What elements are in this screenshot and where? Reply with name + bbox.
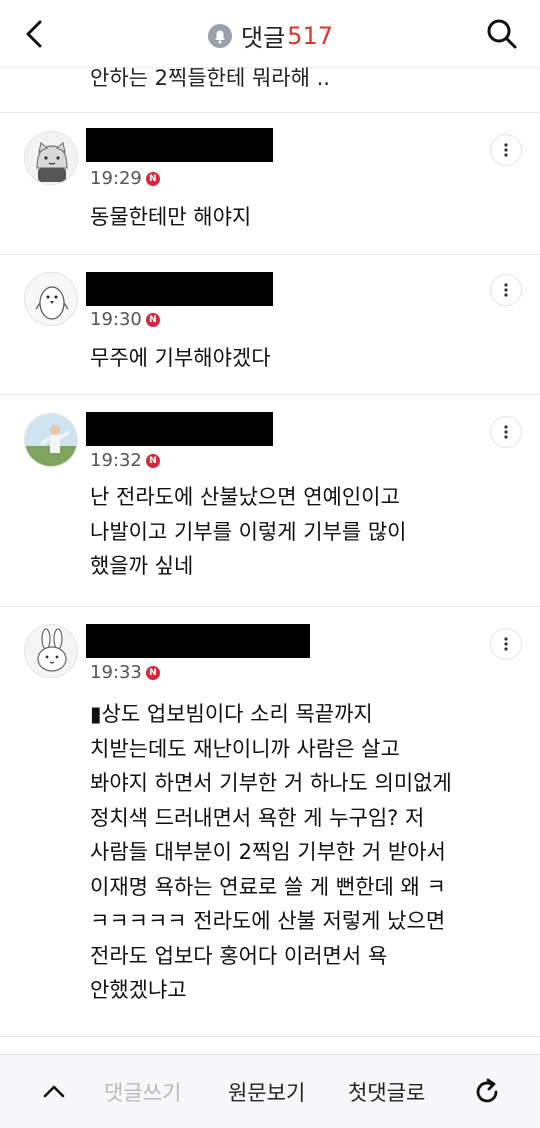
comment-text: 난 전라도에 산불났으면 연예인이고 나발이고 기부를 이렇게 기부를 많이 했… bbox=[90, 485, 407, 578]
view-original-button[interactable]: 원문보기 bbox=[228, 1077, 305, 1107]
refresh-icon[interactable] bbox=[470, 1075, 504, 1109]
comments-title: 댓글 bbox=[241, 24, 286, 52]
comment-time: 19:32 N bbox=[90, 450, 160, 471]
more-vertical-icon bbox=[504, 425, 508, 439]
first-comment-button[interactable]: 첫댓글로 bbox=[348, 1077, 425, 1107]
n-badge-icon: N bbox=[145, 453, 160, 468]
redacted-username bbox=[86, 128, 273, 162]
avatar[interactable] bbox=[24, 272, 78, 326]
more-vertical-icon bbox=[504, 283, 508, 297]
avatar[interactable] bbox=[24, 624, 78, 678]
comment-time: 19:33 N bbox=[90, 662, 160, 683]
comment-count: 517 bbox=[287, 21, 333, 50]
penguin-avatar-icon bbox=[25, 273, 77, 325]
comment-text: ▮상도 업보빔이다 소리 목끝까지 치받는데도 재난이니까 사람은 살고 봐야지… bbox=[90, 702, 452, 1002]
page-title: 댓글 517 bbox=[0, 18, 540, 53]
more-options-button[interactable] bbox=[490, 134, 522, 166]
cat-avatar-icon bbox=[25, 132, 77, 184]
divider bbox=[0, 1036, 540, 1037]
chevron-up-icon[interactable] bbox=[38, 1075, 70, 1107]
avatar[interactable] bbox=[24, 413, 78, 467]
comment-time: 19:30 N bbox=[90, 309, 160, 330]
rabbit-avatar-icon bbox=[25, 625, 77, 677]
divider bbox=[0, 606, 540, 607]
avatar[interactable] bbox=[24, 131, 78, 185]
divider bbox=[0, 112, 540, 113]
more-options-button[interactable] bbox=[490, 628, 522, 660]
n-badge-icon: N bbox=[145, 171, 160, 186]
top-bar: 댓글 517 bbox=[0, 0, 540, 68]
write-comment-button[interactable]: 댓글쓰기 bbox=[104, 1077, 181, 1107]
previous-comment-text: 안하는 2찍들한테 뭐라해 .. bbox=[90, 66, 330, 90]
comment-text: 동물한테만 해야지 bbox=[90, 205, 252, 229]
more-vertical-icon bbox=[504, 637, 508, 651]
more-options-button[interactable] bbox=[490, 416, 522, 448]
more-options-button[interactable] bbox=[490, 274, 522, 306]
comment-time: 19:29 N bbox=[90, 168, 160, 189]
bottom-bar: 댓글쓰기 원문보기 첫댓글로 bbox=[0, 1054, 540, 1128]
divider bbox=[0, 394, 540, 395]
n-badge-icon: N bbox=[145, 665, 160, 680]
redacted-username bbox=[86, 412, 273, 446]
divider bbox=[0, 254, 540, 255]
bell-icon bbox=[208, 23, 232, 48]
redacted-username bbox=[86, 272, 273, 306]
search-icon[interactable] bbox=[484, 16, 520, 52]
redacted-username bbox=[86, 624, 310, 658]
n-badge-icon: N bbox=[145, 312, 160, 327]
comment-text: 무주에 기부해야겠다 bbox=[90, 346, 271, 370]
more-vertical-icon bbox=[504, 143, 508, 157]
photo-avatar-icon bbox=[25, 414, 77, 466]
